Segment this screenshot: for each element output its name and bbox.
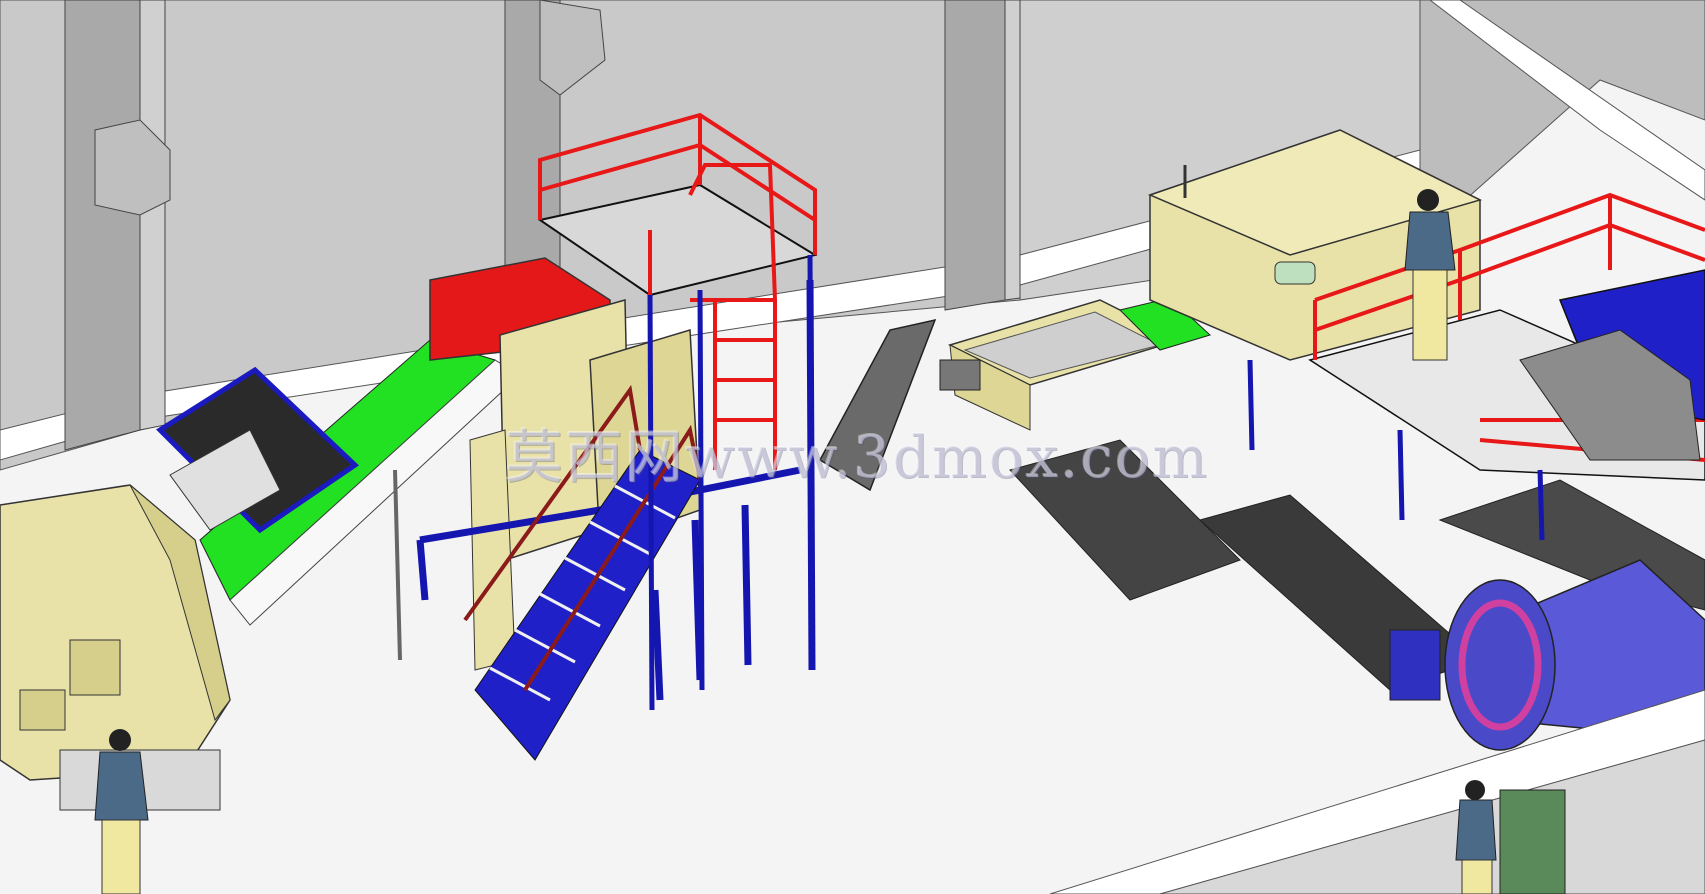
plant-3d-render [0, 0, 1705, 894]
wall-pillar [64, 0, 171, 451]
worker-figure [94, 729, 149, 894]
control-cabinet [1499, 789, 1566, 894]
worker-figure [1404, 189, 1456, 361]
wall-pillar [944, 0, 1021, 311]
